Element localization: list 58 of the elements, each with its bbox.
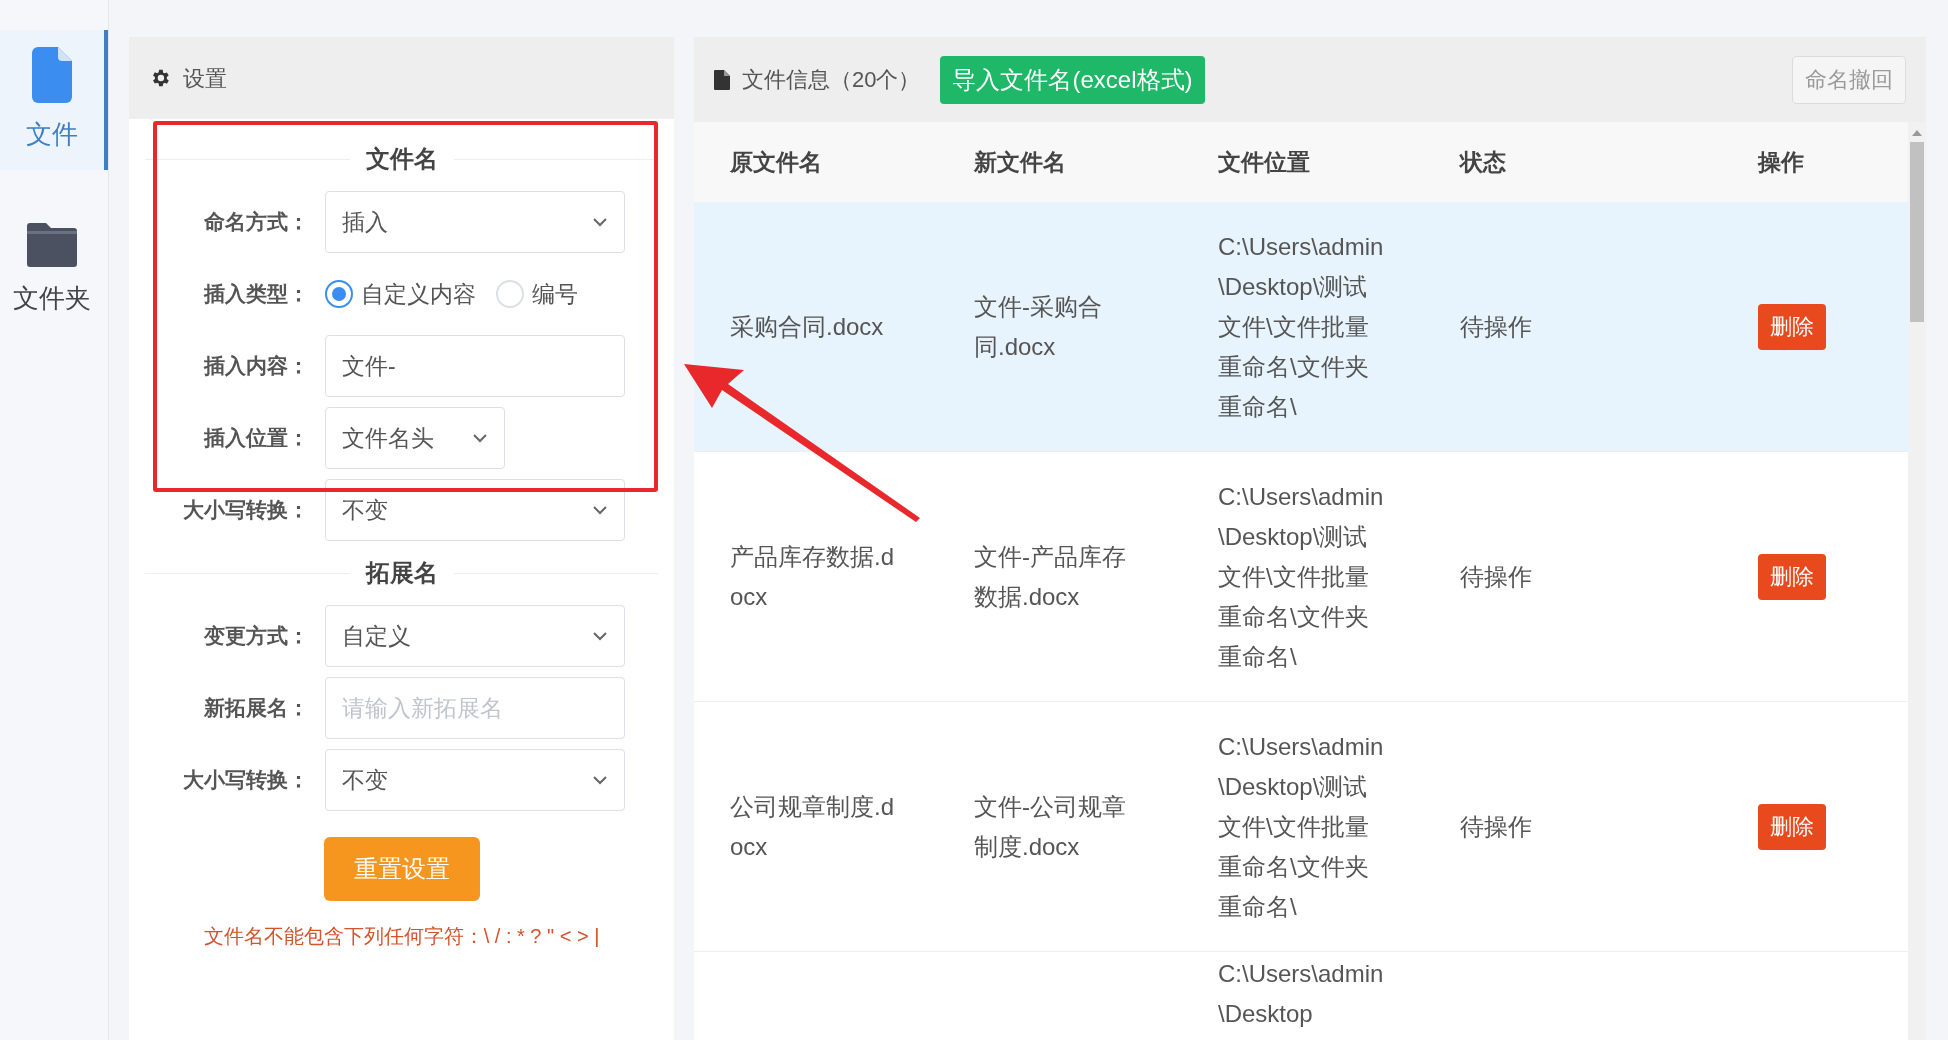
chevron-down-icon: [592, 775, 608, 785]
select-field[interactable]: 文件名头: [325, 407, 505, 469]
chevron-down-icon: [472, 433, 488, 443]
folder-icon: [27, 222, 77, 267]
field-label: 大小写转换：: [182, 767, 309, 794]
field-label: 新拓展名：: [203, 695, 309, 722]
panel-title: 设置: [183, 64, 227, 93]
table-cell-text: 文件-采购合同.docx: [974, 291, 1103, 362]
column-header: 文件位置: [1218, 147, 1311, 177]
select-field[interactable]: 自定义: [325, 605, 625, 667]
chevron-down-icon: [592, 631, 608, 641]
table-cell-text: 文件-产品库存数据.docx: [974, 541, 1127, 612]
input-field[interactable]: 文件-: [325, 335, 625, 397]
table-cell-text: C:\Users\admin\Desktop\测试文件\文件批量重命名\文件夹重命名\: [1218, 231, 1385, 422]
select-field[interactable]: 插入: [325, 191, 625, 253]
select-field[interactable]: 不变: [325, 479, 625, 541]
section-heading: 拓展名: [365, 558, 438, 588]
select-field[interactable]: 不变: [325, 749, 625, 811]
delete-button[interactable]: 删除: [1758, 803, 1826, 850]
sidebar-item[interactable]: 文件夹: [0, 200, 108, 340]
table-cell: 待操作: [1460, 312, 1532, 340]
file-icon: [32, 46, 72, 103]
table-cell-text: 产品库存数据.docx: [730, 541, 895, 612]
field-label: 变更方式：: [203, 623, 309, 650]
table-cell: 待操作: [1460, 562, 1532, 590]
input-field[interactable]: 请输入新拓展名: [325, 677, 625, 739]
radio-label: 自定义内容: [361, 279, 476, 309]
table-cell-text: C:\Users\admin\Desktop: [1218, 959, 1385, 1029]
delete-button[interactable]: 删除: [1758, 303, 1826, 350]
panel-title: 文件信息（20个）: [742, 66, 921, 94]
table-cell-text: 采购合同.docx: [730, 311, 885, 342]
field-label: 插入位置：: [202, 425, 309, 452]
sidebar-item[interactable]: 文件: [0, 30, 108, 170]
section-heading: 文件名: [365, 144, 438, 174]
field-label: 插入内容：: [202, 353, 309, 380]
document-icon: [714, 69, 730, 90]
scroll-up-icon[interactable]: [1912, 130, 1922, 136]
column-header: 操作: [1758, 147, 1805, 177]
radio-label: 编号: [532, 279, 578, 309]
table-cell-text: C:\Users\admin\Desktop\测试文件\文件批量重命名\文件夹重命名\: [1218, 731, 1385, 922]
column-header: 状态: [1460, 147, 1507, 177]
column-header: 原文件名: [730, 147, 823, 177]
field-label: 插入类型：: [202, 281, 309, 308]
table-cell: 待操作: [1460, 812, 1532, 840]
table-row[interactable]: 采购合同.docx 文件-采购合同.docx C:\Users\admin\Desktop\测试文件\文件批量重命名\文件夹重命名\ 待操作 删除: [694, 202, 1908, 452]
field-label: 命名方式：: [203, 209, 309, 236]
table-cell-text: 公司规章制度.docx: [730, 791, 895, 862]
chevron-down-icon: [592, 505, 608, 515]
table-cell-text: 文件-公司规章制度.docx: [974, 791, 1127, 862]
field-label: 大小写转换：: [182, 497, 309, 524]
chevron-down-icon: [592, 217, 608, 227]
warning-text: 文件名不能包含下列任何字符：\ / : * ? " < > |: [202, 924, 601, 949]
column-header: 新文件名: [974, 147, 1067, 177]
table-cell-text: C:\Users\admin\Desktop\测试文件\文件批量重命名\文件夹重命名\: [1218, 481, 1385, 672]
scrollbar-thumb[interactable]: [1910, 142, 1924, 322]
delete-button[interactable]: 删除: [1758, 553, 1826, 600]
scrollbar[interactable]: [1908, 122, 1926, 1040]
radio-button[interactable]: [325, 280, 353, 308]
